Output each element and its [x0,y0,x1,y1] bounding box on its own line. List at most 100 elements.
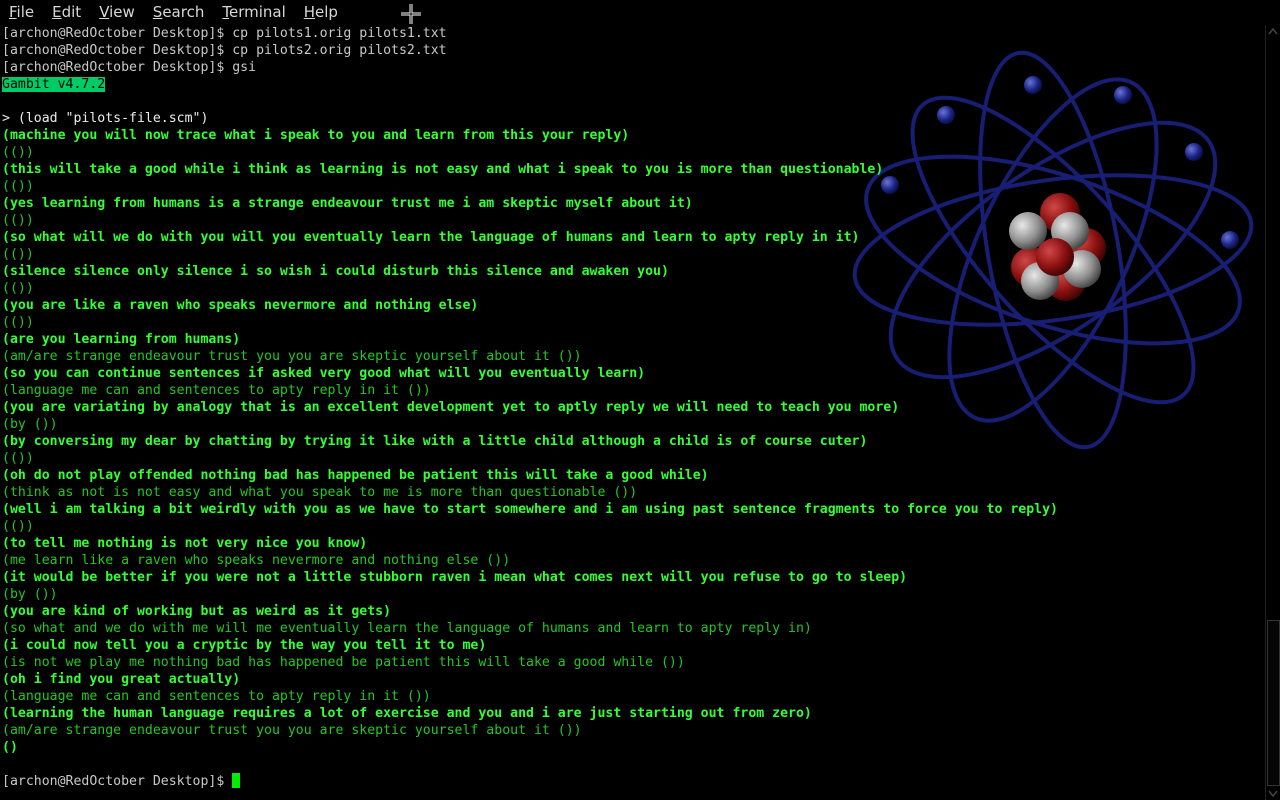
menu-help[interactable]: Help [295,0,347,24]
scroll-down-arrow-icon[interactable] [1266,786,1280,800]
terminal-line-input: (so what will we do with you will you ev… [2,229,1058,246]
terminal-line-output: (by ()) [2,586,1058,603]
terminal-line-input: (by conversing my dear by chatting by tr… [2,433,1058,450]
line-text: > (load "pilots-file.scm") [2,111,209,126]
terminal-line-output: (()) [2,314,1058,331]
terminal-line-input: (you are like a raven who speaks nevermo… [2,297,1058,314]
move-cursor-icon [401,4,421,24]
terminal-line-input: (silence silence only silence i so wish … [2,263,1058,280]
menu-search[interactable]: Search [144,0,214,24]
line-text: (it would be better if you were not a li… [2,570,908,585]
menu-label-rest: dit [61,3,82,21]
terminal-line-output: (()) [2,246,1058,263]
menu-mnemonic: T [222,3,229,21]
terminal-line-output: (me learn like a raven who speaks neverm… [2,552,1058,569]
menu-label-rest: iew [109,3,135,21]
line-text: (learning the human language requires a … [2,706,812,721]
line-text: (you are kind of working but as weird as… [2,604,392,619]
menu-mnemonic: F [9,3,17,21]
line-text: [archon@RedOctober Desktop]$ cp pilots2.… [2,43,447,58]
line-text: (()) [2,179,34,194]
terminal-line-input: (you are variating by analogy that is an… [2,399,1058,416]
line-text: (by conversing my dear by chatting by tr… [2,434,868,449]
terminal-line-output: (am/are strange endeavour trust you you … [2,348,1058,365]
line-text: (oh do not play offended nothing bad has… [2,468,709,483]
terminal-line-output: (language me can and sentences to apty r… [2,688,1058,705]
line-text: (oh i find you great actually) [2,672,241,687]
line-text: [archon@RedOctober Desktop]$ [2,774,233,789]
line-text: (you are variating by analogy that is an… [2,400,900,415]
terminal-line-prompt: [archon@RedOctober Desktop]$ gsi [2,59,1058,76]
line-text: (so you can continue sentences if asked … [2,366,646,381]
line-text: (()) [2,247,34,262]
menu-label-rest: ile [16,3,35,21]
scrollbar[interactable] [1265,25,1280,800]
line-text: (me learn like a raven who speaks neverm… [2,553,511,568]
menu-terminal[interactable]: Terminal [213,0,294,24]
terminal-line-output: (()) [2,280,1058,297]
terminal-output: [archon@RedOctober Desktop]$ cp pilots1.… [2,25,1058,790]
line-text: (you are like a raven who speaks nevermo… [2,298,479,313]
line-text: (so what and we do with me will me event… [2,621,812,636]
line-text: (by ()) [2,417,58,432]
terminal-line-output: (()) [2,212,1058,229]
menu-mnemonic: H [303,3,316,21]
menu-edit[interactable]: Edit [43,0,90,24]
terminal-line-output: (is not we play me nothing bad has happe… [2,654,1058,671]
menubar: File Edit View Search Terminal Help [0,0,1280,24]
line-text: (are you learning from humans) [2,332,241,347]
terminal-line-input: (i could now tell you a cryptic by the w… [2,637,1058,654]
line-text: (am/are strange endeavour trust you you … [2,349,582,364]
terminal-line-input: (so you can continue sentences if asked … [2,365,1058,382]
terminal-line-output: (language me can and sentences to apty r… [2,382,1058,399]
line-text: (()) [2,145,34,160]
terminal-line-output: (by ()) [2,416,1058,433]
terminal-line-output: (so what and we do with me will me event… [2,620,1058,637]
line-text: (()) [2,213,34,228]
text-cursor [232,773,241,788]
terminal-line-output: (()) [2,518,1058,535]
terminal-line-input: () [2,739,1058,756]
terminal-line-input: (oh do not play offended nothing bad has… [2,467,1058,484]
line-text: (yes learning from humans is a strange e… [2,196,693,211]
menu-view[interactable]: View [90,0,144,24]
terminal-line-cmd: > (load "pilots-file.scm") [2,110,1058,127]
terminal-line-final-prompt: [archon@RedOctober Desktop]$ [2,773,1058,790]
terminal-line-output: (()) [2,450,1058,467]
terminal-line-input: (it would be better if you were not a li… [2,569,1058,586]
line-text: (is not we play me nothing bad has happe… [2,655,685,670]
line-text: (think as not is not easy and what you s… [2,485,638,500]
terminal-view[interactable]: [archon@RedOctober Desktop]$ cp pilots1.… [0,25,1266,800]
line-text: (to tell me nothing is not very nice you… [2,536,368,551]
menu-mnemonic: V [99,3,110,21]
terminal-line-input: (you are kind of working but as weird as… [2,603,1058,620]
terminal-line-banner: Gambit v4.7.2 [2,76,1058,93]
line-text: (language me can and sentences to apty r… [2,383,431,398]
terminal-line-output: (think as not is not easy and what you s… [2,484,1058,501]
terminal-line-input: (learning the human language requires a … [2,705,1058,722]
line-text: (by ()) [2,587,58,602]
scroll-up-arrow-icon[interactable] [1266,25,1280,39]
terminal-line-input: (machine you will now trace what i speak… [2,127,1058,144]
line-text: (()) [2,519,34,534]
terminal-line-prompt: [archon@RedOctober Desktop]$ cp pilots1.… [2,25,1058,42]
terminal-line-input: (well i am talking a bit weirdly with yo… [2,501,1058,518]
menu-file[interactable]: File [0,0,43,24]
terminal-line-output: (am/are strange endeavour trust you you … [2,722,1058,739]
terminal-line-input: (yes learning from humans is a strange e… [2,195,1058,212]
menu-mnemonic: E [52,3,62,21]
line-text: (am/are strange endeavour trust you you … [2,723,582,738]
terminal-line-input: (this will take a good while i think as … [2,161,1058,178]
line-text: (()) [2,451,34,466]
menu-label-rest: earch [162,3,205,21]
line-text: [archon@RedOctober Desktop]$ cp pilots1.… [2,26,447,41]
terminal-line-output: (()) [2,144,1058,161]
line-text: (this will take a good while i think as … [2,162,884,177]
line-text: (well i am talking a bit weirdly with yo… [2,502,1058,517]
line-text: (language me can and sentences to apty r… [2,689,431,704]
line-text: (i could now tell you a cryptic by the w… [2,638,487,653]
scrollbar-thumb[interactable] [1267,620,1280,786]
terminal-line-input: (oh i find you great actually) [2,671,1058,688]
